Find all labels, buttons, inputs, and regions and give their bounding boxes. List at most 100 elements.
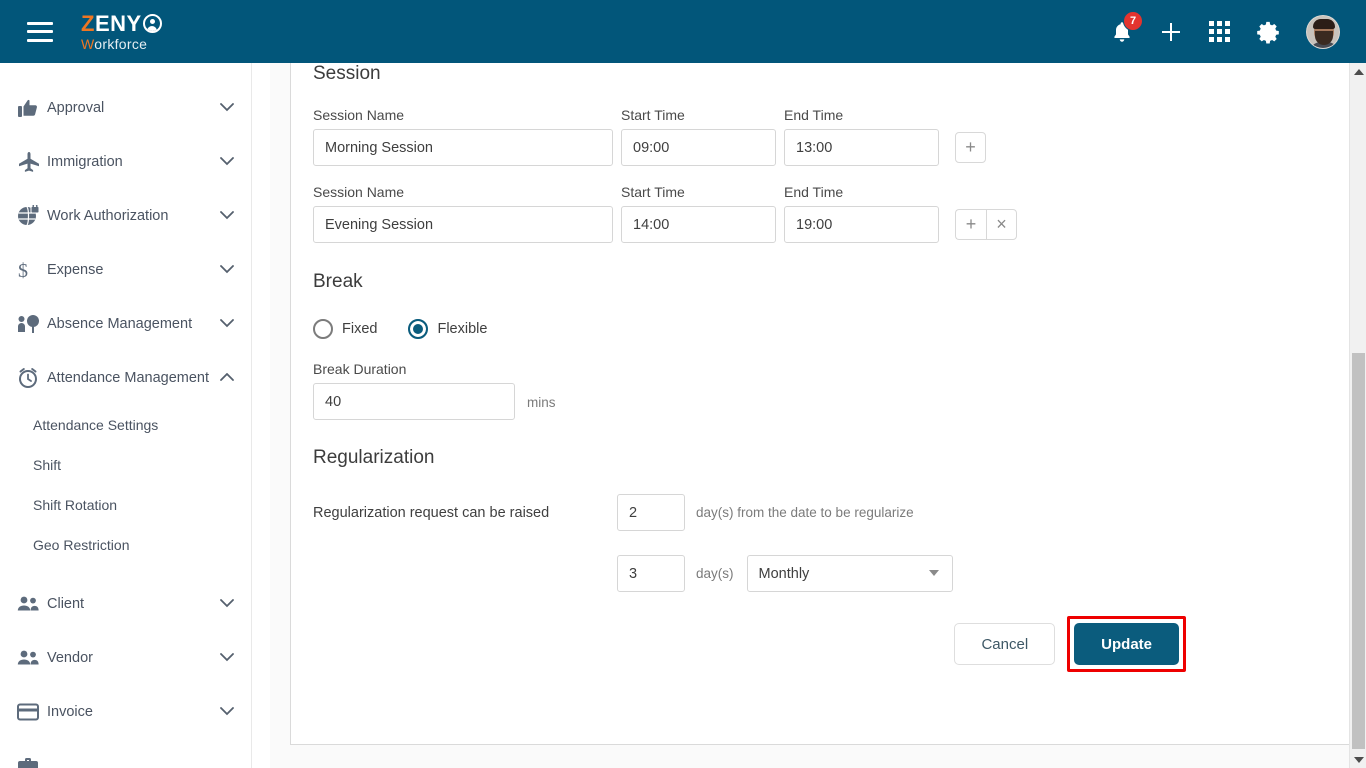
user-avatar[interactable] (1306, 14, 1340, 49)
sidebar-item-immigration[interactable]: Immigration (0, 135, 251, 189)
sidebar-item-partial-top[interactable] (0, 63, 251, 81)
avatar-beard (1315, 30, 1333, 45)
sidebar-item-label: Work Authorization (47, 208, 169, 224)
sidebar-subitem-geo-restriction[interactable]: Geo Restriction (0, 525, 251, 565)
people-icon (17, 595, 47, 613)
sidebar-item-label: Absence Management (47, 316, 193, 332)
start-time-label: Start Time (621, 107, 685, 123)
triangle-down-icon (1353, 756, 1364, 763)
sidebar-item-invoice[interactable]: Invoice (0, 685, 251, 739)
logo-top-row: Z ENY (81, 10, 162, 36)
regularization-days-label-2: day(s) (696, 566, 734, 581)
sidebar-subitem-shift[interactable]: Shift (0, 445, 251, 485)
sidebar-item-label: Client (47, 596, 85, 612)
globe-lock-icon (17, 205, 47, 227)
main-scrollbar[interactable] (1349, 63, 1366, 768)
people-icon (17, 649, 47, 667)
logo-text-eny: ENY (94, 10, 142, 36)
briefcase-icon (17, 63, 47, 64)
break-type-radio-group: Fixed Flexible (313, 319, 1329, 339)
logo-letter-z: Z (81, 10, 95, 36)
main-content-area: Session Session Name Start Time End Time… (270, 63, 1349, 768)
start-time-input[interactable] (621, 206, 776, 243)
break-fixed-label[interactable]: Fixed (342, 321, 377, 337)
session-row-2: Session Name Start Time End Time + × (313, 184, 1329, 243)
start-time-input[interactable] (621, 129, 776, 166)
regularization-row-1: Regularization request can be raised day… (313, 494, 1329, 531)
cancel-button[interactable]: Cancel (954, 623, 1056, 665)
hamburger-line (27, 21, 53, 25)
sidebar-item-approval[interactable]: Approval (0, 81, 251, 135)
update-button[interactable]: Update (1074, 623, 1179, 665)
apps-grid-button[interactable] (1209, 21, 1230, 42)
sidebar-subitem-label: Shift (33, 457, 62, 473)
sidebar-item-expense[interactable]: $ Expense (0, 243, 251, 297)
credit-card-icon (17, 703, 47, 721)
notifications-button[interactable]: 7 (1111, 10, 1143, 44)
chevron-down-icon (220, 650, 234, 666)
session-name-input[interactable] (313, 129, 613, 166)
chevron-down-icon (220, 154, 234, 170)
chevron-down-icon (220, 596, 234, 612)
add-session-button[interactable]: + (955, 132, 986, 163)
sidebar-item-work-authorization[interactable]: Work Authorization (0, 189, 251, 243)
break-flexible-label[interactable]: Flexible (437, 321, 487, 337)
break-duration-row: mins (313, 383, 1329, 420)
sidebar-item-client[interactable]: Client (0, 577, 251, 631)
settings-gear-button[interactable] (1256, 20, 1280, 44)
avatar-hair (1313, 18, 1335, 29)
hamburger-line (27, 30, 53, 33)
sidebar-item-vendor[interactable]: Vendor (0, 631, 251, 685)
break-flexible-radio[interactable] (408, 319, 429, 339)
remove-session-button[interactable]: × (986, 209, 1017, 240)
sidebar-subitem-label: Geo Restriction (33, 537, 130, 553)
regularization-row-2: day(s) Monthly (313, 555, 1329, 592)
regularization-section-title: Regularization (313, 447, 435, 468)
sidebar-scroll-content: Approval Immigration Work Authorization … (0, 63, 251, 768)
chevron-down-icon (220, 100, 234, 116)
chevron-down-icon (220, 262, 234, 278)
sidebar-item-attendance-management[interactable]: Attendance Management (0, 351, 251, 405)
end-time-label: End Time (784, 184, 844, 200)
session-name-input[interactable] (313, 206, 613, 243)
svg-text:$: $ (18, 260, 28, 281)
main-scrollbar-thumb[interactable] (1352, 353, 1365, 749)
break-fixed-radio[interactable] (313, 319, 333, 339)
end-time-label: End Time (784, 107, 844, 123)
person-tree-icon (17, 313, 47, 335)
thumbs-up-icon (17, 98, 47, 119)
end-time-input[interactable] (784, 129, 939, 166)
dollar-icon: $ (17, 259, 47, 281)
alarm-clock-icon (17, 367, 47, 389)
chevron-up-icon (220, 370, 234, 386)
add-plus-button[interactable] (1159, 20, 1183, 44)
sidebar-item-partial-bottom[interactable] (0, 739, 251, 768)
break-duration-label: Break Duration (313, 361, 407, 377)
regularization-days-input-1[interactable] (617, 494, 685, 531)
regularization-suffix-1: day(s) from the date to be regularize (696, 505, 914, 520)
session-row-1: Session Name Start Time End Time + (313, 107, 1329, 166)
add-session-button[interactable]: + (955, 209, 986, 240)
break-duration-field: Break Duration mins (313, 361, 1329, 420)
regularization-frequency-select[interactable]: Monthly (746, 555, 953, 592)
break-duration-input[interactable] (313, 383, 515, 420)
sidebar-item-absence-management[interactable]: Absence Management (0, 297, 251, 351)
end-time-field-2: End Time (784, 184, 939, 243)
session-name-label: Session Name (313, 107, 405, 123)
sidebar-subitem-shift-rotation[interactable]: Shift Rotation (0, 485, 251, 525)
main-scroll-down-arrow[interactable] (1350, 751, 1366, 768)
regularization-frequency-select-wrap: Monthly (746, 555, 953, 592)
notification-count-badge: 7 (1123, 10, 1143, 31)
regularization-days-input-2[interactable] (617, 555, 685, 592)
brand-logo[interactable]: Z ENY Workforce (81, 10, 162, 51)
airplane-icon (17, 151, 47, 173)
sidebar-item-label: Invoice (47, 704, 93, 720)
hamburger-menu-icon[interactable] (27, 21, 53, 42)
chevron-down-icon (220, 316, 234, 332)
main-scroll-up-arrow[interactable] (1350, 63, 1366, 80)
end-time-input[interactable] (784, 206, 939, 243)
sidebar-item-label: Approval (47, 100, 105, 116)
header-actions: 7 (1111, 10, 1340, 49)
sidebar-subitem-attendance-settings[interactable]: Attendance Settings (0, 405, 251, 445)
